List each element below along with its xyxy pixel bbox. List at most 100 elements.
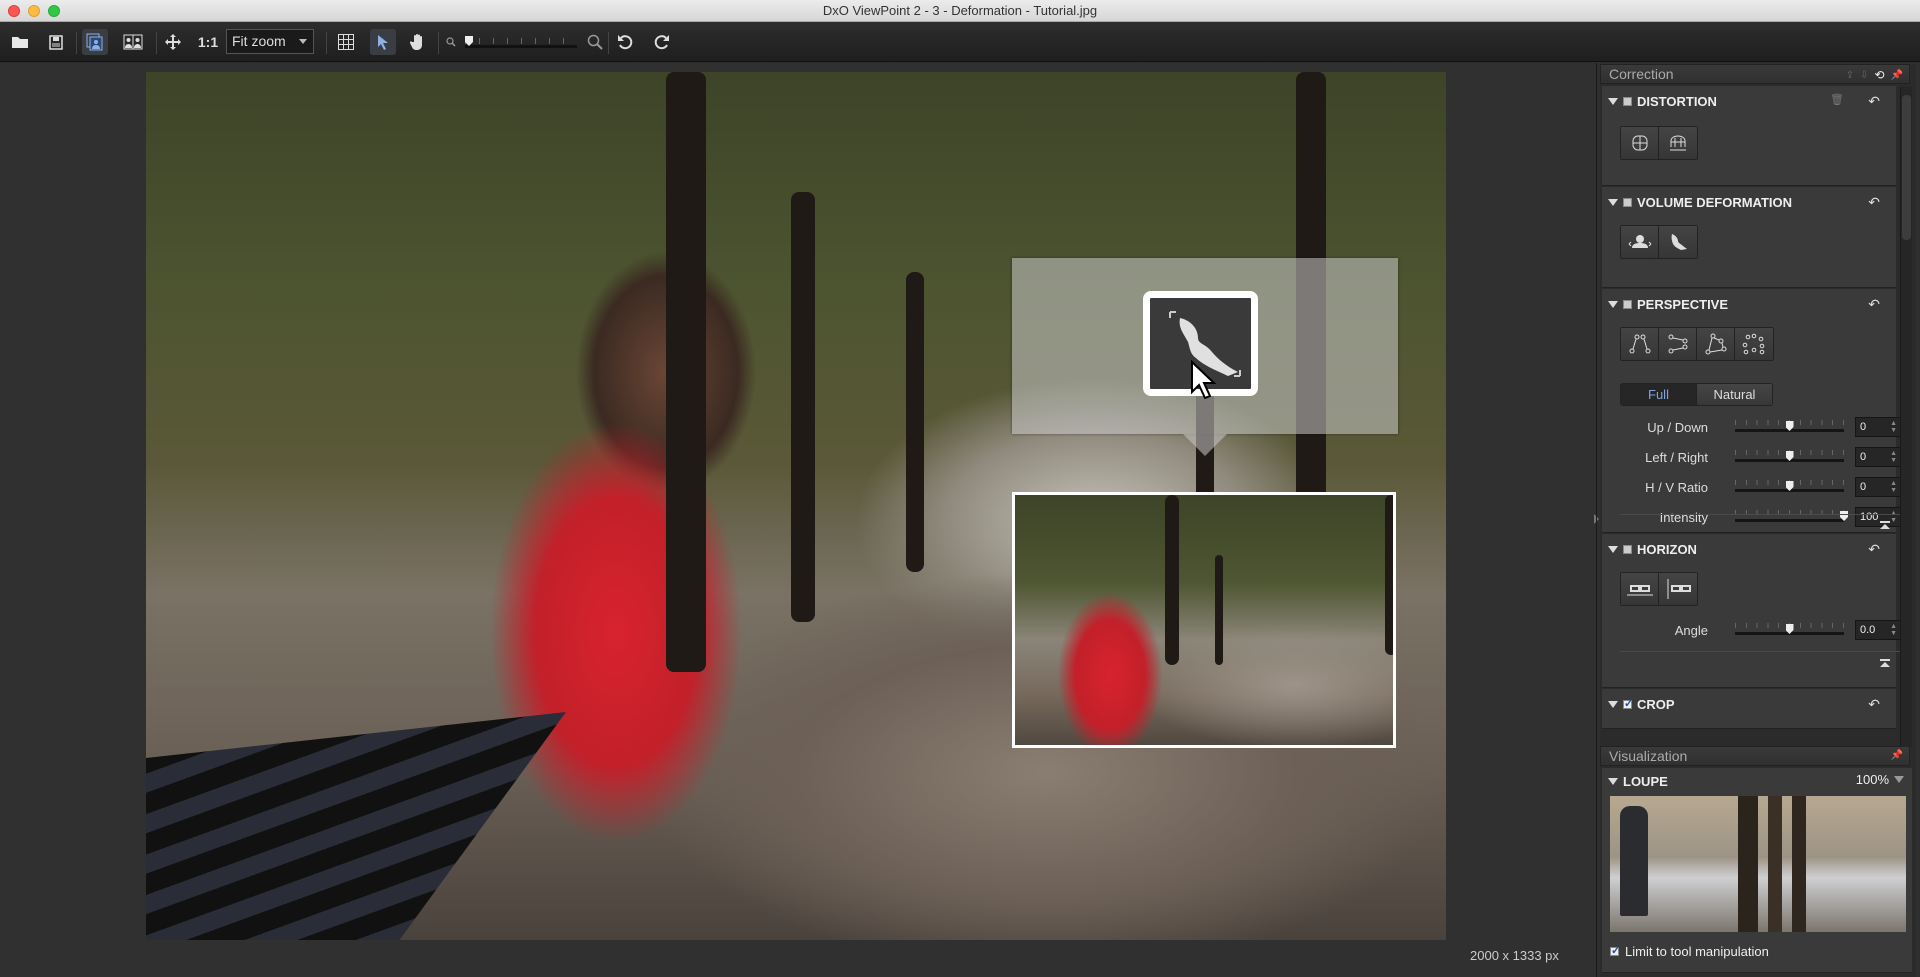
compare-view-button[interactable]: [120, 29, 146, 55]
select-tool-button[interactable]: [370, 29, 396, 55]
export-preset-icon[interactable]: ⇪: [1846, 70, 1854, 81]
loupe-zoom-dropdown[interactable]: 100%: [1856, 772, 1904, 787]
collapse-section-icon[interactable]: [1880, 521, 1890, 529]
loupe-header[interactable]: LOUPE: [1608, 774, 1668, 789]
mode-natural-button[interactable]: Natural: [1696, 384, 1772, 405]
mode-full-button[interactable]: Full: [1621, 384, 1696, 405]
horizon-vertical-button[interactable]: [1659, 573, 1697, 605]
distortion-enable-checkbox[interactable]: [1623, 97, 1632, 106]
zoom-select[interactable]: Fit zoom: [226, 29, 314, 54]
expand-triangle-icon[interactable]: [1608, 778, 1618, 785]
image-size-label: 2000 x 1333 px: [1470, 948, 1559, 963]
one-to-one-button[interactable]: 1:1: [195, 29, 221, 55]
volume-diagonal-button[interactable]: [1659, 226, 1697, 258]
expand-triangle-icon[interactable]: [1608, 199, 1618, 206]
loupe-title: LOUPE: [1623, 774, 1668, 789]
volume-enable-checkbox[interactable]: [1623, 198, 1632, 207]
left-right-label: Left / Right: [1645, 450, 1708, 465]
expand-triangle-icon[interactable]: [1608, 98, 1618, 105]
undo-horizon-icon[interactable]: ↶: [1868, 541, 1880, 558]
hand-tool-button[interactable]: [406, 29, 430, 55]
perspective-8point-button[interactable]: [1735, 328, 1773, 360]
expand-triangle-icon[interactable]: [1608, 701, 1618, 708]
crop-header[interactable]: CROP: [1608, 697, 1675, 712]
open-button[interactable]: [8, 29, 32, 55]
undo-crop-icon[interactable]: ↶: [1868, 696, 1880, 713]
limit-to-tool-checkbox[interactable]: [1610, 944, 1620, 957]
reset-all-icon[interactable]: ⟲: [1874, 68, 1884, 82]
scrollbar-thumb[interactable]: [1902, 95, 1911, 240]
up-down-value-input[interactable]: 0 ▲ ▼: [1855, 417, 1901, 437]
stepper-icon[interactable]: ▲▼: [1890, 420, 1897, 434]
horizon-section: HORIZON ↶ Angle 0.0 ▲ ▼: [1602, 534, 1904, 688]
perspective-vertical-button[interactable]: [1621, 328, 1659, 360]
save-icon: [49, 34, 63, 50]
pin-icon[interactable]: 📌: [1891, 70, 1903, 81]
angle-value-input[interactable]: 0.0 ▲ ▼: [1855, 620, 1901, 640]
distortion-section: DISTORTION 🗑 ↶: [1602, 86, 1896, 186]
distortion-fisheye-button[interactable]: [1659, 127, 1697, 159]
horizon-header[interactable]: HORIZON: [1608, 542, 1697, 557]
horizon-level-icon: [1626, 585, 1653, 596]
rotate-left-button[interactable]: [613, 29, 637, 55]
correction-panel-header: Correction ⇪ ⇩ ⟲ 📌: [1600, 64, 1910, 84]
stepper-icon[interactable]: ▲▼: [1890, 623, 1897, 637]
stepper-icon[interactable]: ▲▼: [1890, 510, 1897, 524]
intensity-slider[interactable]: [1735, 519, 1844, 522]
zoom-in-button[interactable]: [586, 29, 604, 55]
h-v-ratio-label: H / V Ratio: [1645, 480, 1708, 495]
hand-icon: [410, 34, 422, 50]
window-title: DxO ViewPoint 2 - 3 - Deformation - Tuto…: [822, 3, 1098, 18]
save-button[interactable]: [44, 29, 68, 55]
crop-enable-checkbox[interactable]: [1623, 697, 1633, 710]
h-v-ratio-value-input[interactable]: 0 ▲ ▼: [1855, 477, 1901, 497]
visualization-panel-title: Visualization: [1609, 748, 1688, 764]
perspective-horizontal-button[interactable]: [1659, 328, 1697, 360]
rotate-right-button[interactable]: [650, 29, 674, 55]
import-preset-icon[interactable]: ⇩: [1860, 70, 1868, 81]
angle-slider-row: Angle 0.0 ▲ ▼: [1602, 619, 1901, 643]
crop-title: CROP: [1637, 697, 1675, 712]
expand-triangle-icon[interactable]: [1608, 546, 1618, 553]
intensity-value-input[interactable]: 100▲▼: [1855, 507, 1901, 527]
perspective-header[interactable]: PERSPECTIVE: [1608, 297, 1728, 312]
chevron-down-icon: [1894, 776, 1904, 783]
distortion-barrel-icon: [1632, 135, 1647, 151]
horizon-enable-checkbox[interactable]: [1623, 545, 1632, 554]
perspective-vertical-icon: [1629, 334, 1650, 354]
grid-button[interactable]: [334, 29, 358, 55]
zoom-out-button[interactable]: [445, 29, 457, 55]
mouse-cursor-icon: [1191, 360, 1217, 400]
visualization-panel-header: Visualization 📌: [1600, 746, 1910, 766]
angle-label: Angle: [1674, 623, 1708, 638]
correction-scrollbar[interactable]: [1900, 87, 1912, 747]
pin-icon[interactable]: 📌: [1891, 750, 1903, 761]
expand-triangle-icon[interactable]: [1608, 301, 1618, 308]
trash-icon[interactable]: 🗑: [1830, 93, 1844, 106]
rotate-right-icon: [654, 35, 669, 50]
undo-distortion-icon[interactable]: ↶: [1868, 93, 1880, 110]
distortion-title: DISTORTION: [1637, 94, 1717, 109]
fit-move-button[interactable]: [162, 29, 184, 55]
volume-title: VOLUME DEFORMATION: [1637, 195, 1793, 210]
horizon-level-button[interactable]: [1621, 573, 1659, 605]
collapse-section-icon[interactable]: [1880, 659, 1890, 667]
zoom-slider[interactable]: [465, 36, 577, 48]
volume-header[interactable]: VOLUME DEFORMATION: [1608, 195, 1792, 210]
rotate-left-icon: [618, 35, 633, 50]
perspective-8point-icon: [1742, 333, 1765, 355]
volume-horizontal-button[interactable]: [1621, 226, 1659, 258]
stepper-icon[interactable]: ▲▼: [1890, 450, 1897, 464]
undo-perspective-icon[interactable]: ↶: [1868, 296, 1880, 313]
stepper-icon[interactable]: ▲▼: [1890, 480, 1897, 494]
left-right-value-input[interactable]: 0 ▲ ▼: [1855, 447, 1901, 467]
right-panel: Correction ⇪ ⇩ ⟲ 📌 DISTORTION 🗑 ↶ VOLUME…: [1600, 64, 1916, 977]
perspective-4point-button[interactable]: [1697, 328, 1735, 360]
compare-view-icon: [123, 34, 143, 50]
distortion-header[interactable]: DISTORTION: [1608, 94, 1717, 109]
limit-to-tool-label: Limit to tool manipulation: [1625, 944, 1769, 959]
distortion-barrel-button[interactable]: [1621, 127, 1659, 159]
perspective-enable-checkbox[interactable]: [1623, 300, 1632, 309]
undo-volume-icon[interactable]: ↶: [1868, 194, 1880, 211]
single-view-button[interactable]: [82, 29, 108, 55]
